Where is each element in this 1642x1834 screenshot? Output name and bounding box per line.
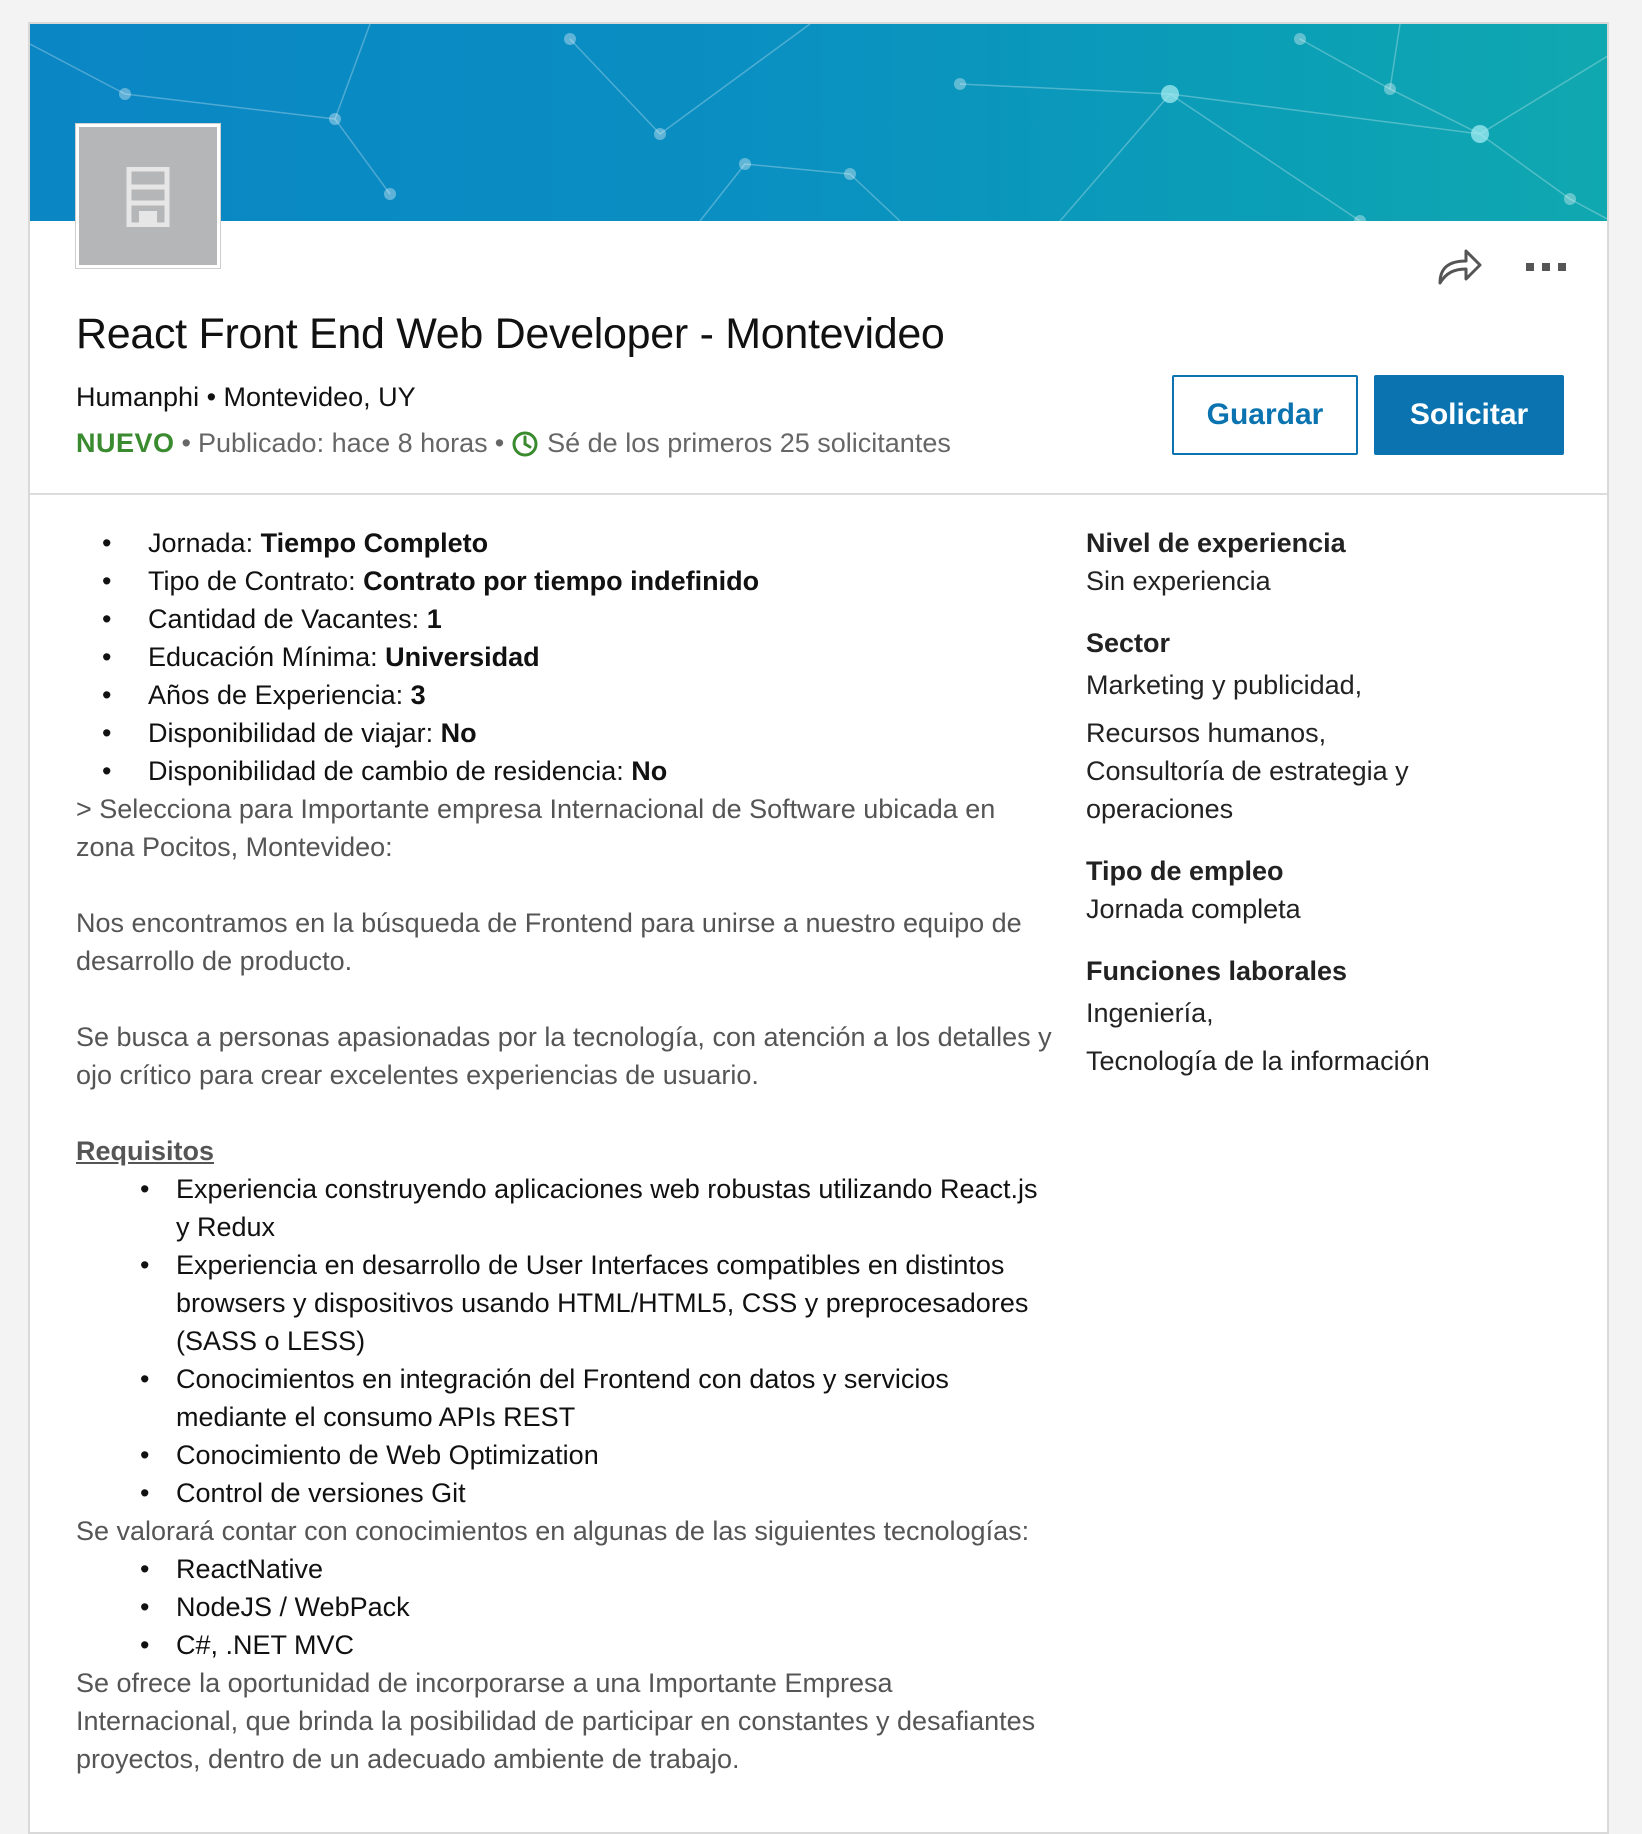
posted-time: Publicado: hace 8 horas [197,428,488,458]
sector-item: Consultoría de estrategia y operaciones [1086,756,1409,824]
job-criteria: Nivel de experiencia Sin experiencia Sec… [1086,524,1566,1080]
criteria-value: Ingeniería, Tecnología de la información [1086,994,1566,1080]
more-options-icon [1526,263,1566,271]
criteria-value: Marketing y publicidad, Recursos humanos… [1086,666,1566,828]
list-item: Disponibilidad de viajar: No [76,714,1056,752]
sector-item: Marketing y publicidad, [1086,670,1363,700]
more-options-button[interactable] [1518,242,1574,292]
description-paragraph: Nos encontramos en la búsqueda de Fronte… [76,908,1022,976]
new-badge: NUEVO [76,428,175,458]
apply-button[interactable]: Solicitar [1374,375,1564,455]
list-item: Años de Experiencia: 3 [76,676,1056,714]
separator-dot: • [494,428,505,458]
section-divider [30,493,1607,495]
sector-item: Recursos humanos, [1086,718,1327,748]
company-logo [76,124,220,268]
function-item: Tecnología de la información [1086,1046,1430,1076]
list-item: Disponibilidad de cambio de residencia: … [76,752,1056,790]
share-icon [1438,249,1482,285]
intro-paragraph: > Selecciona para Importante empresa Int… [76,794,996,862]
save-button[interactable]: Guardar [1172,375,1358,455]
nice-to-have-intro: Se valorará contar con conocimientos en … [76,1516,1030,1546]
list-item: Conocimientos en integración del Fronten… [76,1360,1056,1436]
criteria-heading: Funciones laborales [1086,956,1348,986]
list-item: Control de versiones Git [76,1474,1056,1512]
list-item: Cantidad de Vacantes: 1 [76,600,1056,638]
list-item: NodeJS / WebPack [76,1588,1056,1626]
company-location: Humanphi • Montevideo, UY [76,382,416,412]
applicants-info: Sé de los primeros 25 solicitantes [547,428,951,458]
clock-icon [511,430,539,458]
function-item: Ingeniería, [1086,998,1214,1028]
job-meta: NUEVO • Publicado: hace 8 horas • Sé de … [76,428,951,459]
list-item: Educación Mínima: Universidad [76,638,1056,676]
criteria-value: Jornada completa [1086,894,1301,924]
job-card: React Front End Web Developer - Montevid… [28,22,1609,1834]
list-item: Jornada: Tiempo Completo [76,524,1056,562]
criteria-heading: Sector [1086,628,1171,658]
cover-banner [30,24,1607,221]
criteria-heading: Nivel de experiencia [1086,528,1346,558]
requirements-heading: Requisitos [76,1136,215,1166]
closing-paragraph: Se ofrece la oportunidad de incorporarse… [76,1668,1036,1774]
list-item: Experiencia construyendo aplicaciones we… [76,1170,1056,1246]
nice-to-have-list: ReactNative NodeJS / WebPack C#, .NET MV… [76,1550,1056,1664]
job-description: Jornada: Tiempo Completo Tipo de Contrat… [76,524,1056,1778]
separator-dot: • [181,428,191,458]
criteria-value: Sin experiencia [1086,566,1271,596]
job-facts-list: Jornada: Tiempo Completo Tipo de Contrat… [76,524,1056,790]
list-item: Tipo de Contrato: Contrato por tiempo in… [76,562,1056,600]
list-item: Conocimiento de Web Optimization [76,1436,1056,1474]
criteria-heading: Tipo de empleo [1086,856,1284,886]
list-item: Experiencia en desarrollo de User Interf… [76,1246,1056,1360]
description-paragraph: Se busca a personas apasionadas por la t… [76,1022,1052,1090]
list-item: C#, .NET MVC [76,1626,1056,1664]
list-item: ReactNative [76,1550,1056,1588]
share-button[interactable] [1432,242,1488,292]
requirements-list: Experiencia construyendo aplicaciones we… [76,1170,1056,1512]
network-pattern-graphic [30,24,1607,221]
job-title: React Front End Web Developer - Montevid… [76,310,945,358]
building-icon [126,167,170,227]
